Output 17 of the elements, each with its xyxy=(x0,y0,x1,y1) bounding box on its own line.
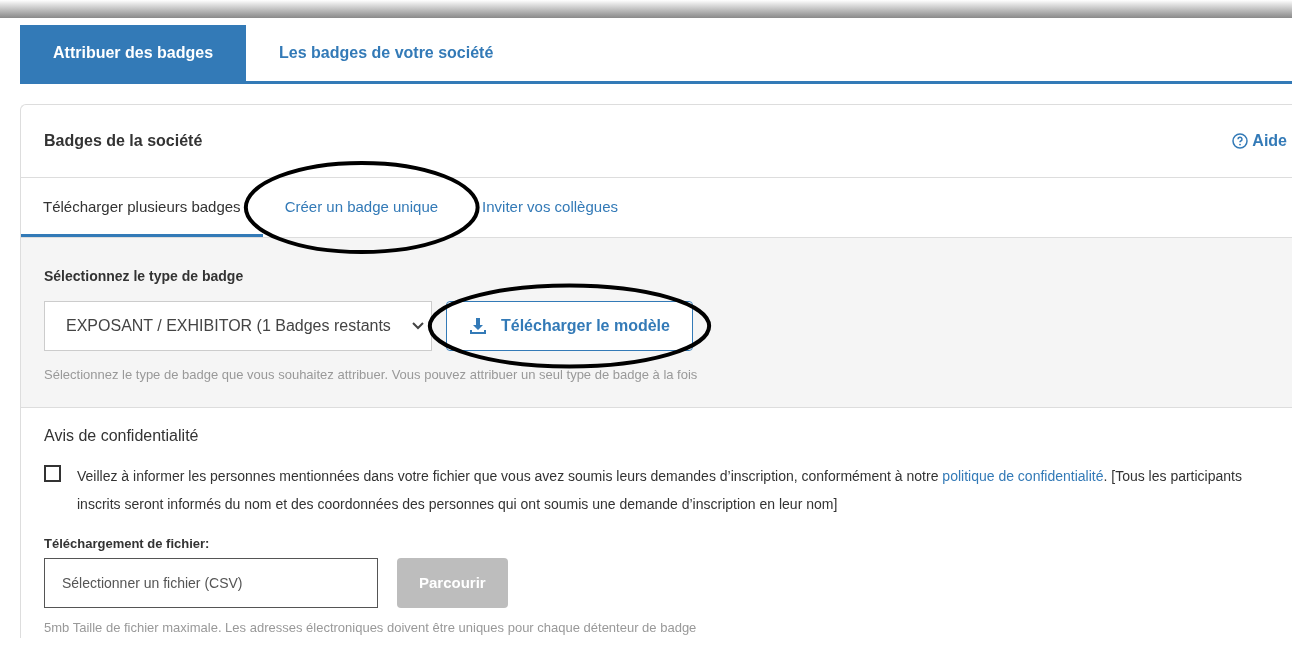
help-link[interactable]: Aide xyxy=(1232,129,1287,153)
download-icon xyxy=(469,317,487,335)
help-icon xyxy=(1232,133,1249,149)
badge-type-select[interactable]: EXPOSANT / EXHIBITOR (1 Badges restants xyxy=(44,301,432,351)
chevron-down-icon xyxy=(411,321,425,331)
field-label: Téléchargement de fichier: xyxy=(44,534,211,553)
section-title: Avis de confidentialité xyxy=(44,425,200,446)
sub-tab[interactable]: Inviter vos collègues xyxy=(460,178,640,237)
hint-text: Sélectionnez le type de badge que vous souhaitez attribuer. Vous pouvez attribuer un seul type de badge à la fois xyxy=(44,366,699,384)
file-field[interactable]: Sélectionner un fichier (CSV) xyxy=(44,558,378,608)
tab[interactable]: Attribuer des badges xyxy=(20,25,247,81)
checkbox[interactable] xyxy=(44,464,61,482)
card-title: Badges de la société xyxy=(44,131,203,151)
field-label: Sélectionnez le type de badge xyxy=(44,267,245,286)
hint-text: 5mb Taille de fichier maximale. Les adresses électroniques doivent être uniques pour chaque détenteur de badge xyxy=(44,619,698,637)
download-template-button[interactable]: Télécharger le modèle xyxy=(446,301,693,351)
privacy-notice-text: Veillez à informer les personnes mentionnées dans votre fichier que vous avez soumis leurs demandes d’inscription, conformément à notre politique de confidentialité. [Tous les participants inscrits seront informés du nom et des coordonnées des personnes qui ont soumis une demande d’inscription en leur nom] xyxy=(77,466,1243,514)
